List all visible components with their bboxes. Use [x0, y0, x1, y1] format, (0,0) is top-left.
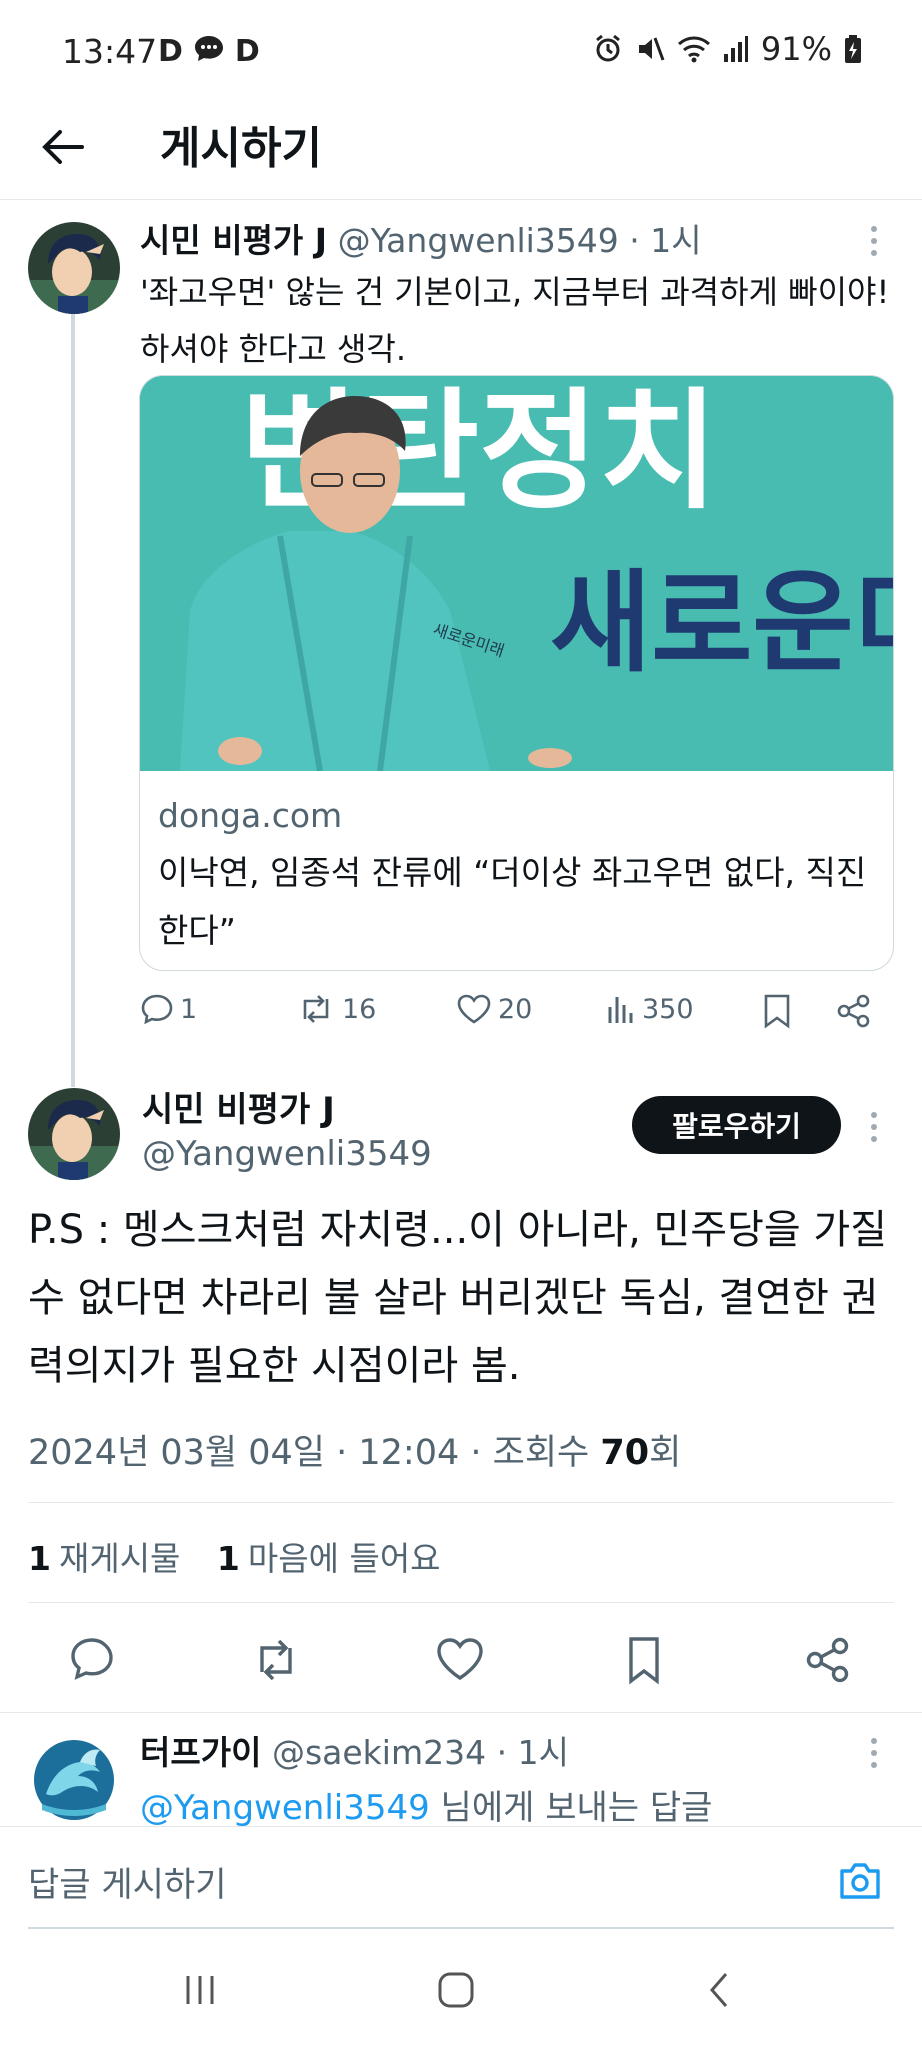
author-handle[interactable]: @saekim234 — [272, 1733, 486, 1772]
views-chart-icon — [608, 997, 633, 1023]
alarm-icon — [595, 34, 620, 62]
top-app-bar: 게시하기 — [0, 100, 922, 200]
repost-icon[interactable] — [248, 1632, 304, 1688]
avatar[interactable] — [28, 1088, 120, 1180]
repost-button[interactable]: 16 — [296, 993, 376, 1025]
page-title: 게시하기 — [160, 123, 322, 174]
reply-header: 터프가이 @saekim234 · 1시 — [140, 1726, 569, 1774]
reply-count: 1 — [180, 993, 198, 1025]
like-stat[interactable]: 1 마음에 들어요 — [217, 1539, 441, 1578]
view-count: 70 — [600, 1433, 650, 1473]
author-handle[interactable]: @Yangwenli3549 — [338, 221, 619, 260]
repost-count: 16 — [342, 993, 377, 1025]
reply-input[interactable]: 답글 게시하기 — [28, 1857, 227, 1906]
link-card-headline: 이낙연, 임종석 잔류에 “더이상 좌고우면 없다, 직진한다” — [158, 853, 867, 950]
share-icon[interactable] — [836, 993, 872, 1029]
more-options-icon[interactable] — [868, 226, 880, 262]
divider — [0, 1712, 922, 1713]
more-options-icon[interactable] — [868, 1112, 880, 1148]
engagement-stats: 1 재게시물 1 마음에 들어요 — [28, 1532, 441, 1580]
reply-composer: 답글 게시하기 — [0, 1826, 922, 1940]
link-card-image: 변탄정치 새로운미 새로운미래 — [140, 376, 894, 771]
avatar[interactable] — [28, 1734, 120, 1826]
signal-icon — [723, 36, 748, 62]
follow-button[interactable]: 팔로우하기 — [632, 1096, 841, 1154]
status-right: 91% — [593, 30, 862, 68]
wifi-icon — [677, 36, 710, 63]
like-count: 20 — [498, 993, 533, 1025]
bookmark-icon[interactable] — [616, 1632, 672, 1688]
tweet-text: '좌고우면' 않는 건 기본이고, 지금부터 과격하게 빠이야! 하셔야 한다고… — [140, 273, 890, 368]
tweet-time: · 1시 — [629, 221, 702, 260]
tweet-datetime: 2024년 03월 04일 · 12:04 · 조회수 — [28, 1433, 601, 1473]
tweet-actions: 1 16 20 350 — [140, 993, 900, 1041]
views-count: 350 — [642, 993, 694, 1025]
notification-icons: D D — [158, 34, 260, 72]
tweet-time: · 1시 — [496, 1733, 569, 1772]
reply-icon — [141, 994, 173, 1025]
author-name[interactable]: 시민 비평가 J — [140, 221, 327, 260]
view-suffix: 회 — [649, 1433, 682, 1473]
notification-d-icon: D — [234, 34, 260, 69]
tweet-meta: 2024년 03월 04일 · 12:04 · 조회수 70회 — [28, 1424, 681, 1475]
like-button[interactable]: 20 — [456, 993, 532, 1025]
thread-connector — [71, 312, 75, 1087]
camera-icon[interactable] — [836, 1859, 884, 1903]
repost-stat[interactable]: 1 재게시물 — [28, 1539, 180, 1578]
notification-d-icon: D — [158, 34, 183, 69]
system-nav-bar — [0, 1940, 922, 2048]
backdrop-bottom-text: 새로운미 — [550, 559, 894, 687]
battery-percent: 91% — [760, 30, 832, 68]
replying-to-text: 님에게 보내는 답글 — [429, 1788, 713, 1828]
reply-icon[interactable] — [64, 1632, 120, 1688]
bookmark-icon[interactable] — [762, 993, 792, 1029]
tweet-header: 시민 비평가 J @Yangwenli3549 · 1시 — [140, 214, 702, 262]
views-button[interactable]: 350 — [606, 993, 694, 1025]
author-handle[interactable]: @Yangwenli3549 — [142, 1134, 432, 1174]
mention-link[interactable]: @Yangwenli3549 — [140, 1788, 430, 1828]
back-arrow-icon[interactable] — [38, 122, 88, 172]
share-icon[interactable] — [800, 1632, 856, 1688]
replying-to: @Yangwenli3549 님에게 보내는 답글 — [140, 1780, 712, 1829]
mute-icon — [638, 37, 665, 61]
link-card-domain: donga.com — [158, 796, 343, 835]
repost-icon — [303, 995, 329, 1023]
main-tweet-actions — [0, 1632, 922, 1688]
more-options-icon[interactable] — [868, 1738, 880, 1774]
recent-apps-icon[interactable] — [180, 1970, 220, 2010]
home-icon[interactable] — [436, 1970, 476, 2010]
message-bubble-icon — [193, 34, 225, 72]
divider — [28, 1602, 894, 1603]
back-nav-icon[interactable] — [700, 1970, 740, 2010]
link-card[interactable]: 변탄정치 새로운미 새로운미래 donga.com 이낙연, 임종석 잔류에 “… — [139, 375, 894, 971]
divider — [28, 1502, 894, 1503]
status-bar: 13:47 D D 91% — [0, 0, 922, 100]
heart-icon[interactable] — [432, 1632, 488, 1688]
composer-underline — [28, 1927, 894, 1929]
author-name[interactable]: 터프가이 — [140, 1733, 261, 1772]
tweet-text: P.S : 멩스크처럼 자치령...이 아니라, 민주당을 가질 수 없다면 차… — [28, 1207, 888, 1389]
author-name[interactable]: 시민 비평가 J — [142, 1082, 335, 1131]
heart-icon — [457, 994, 491, 1024]
battery-charging-icon — [845, 35, 861, 63]
status-time: 13:47 — [62, 32, 158, 71]
reply-button[interactable]: 1 — [140, 993, 197, 1025]
avatar[interactable] — [28, 222, 120, 314]
